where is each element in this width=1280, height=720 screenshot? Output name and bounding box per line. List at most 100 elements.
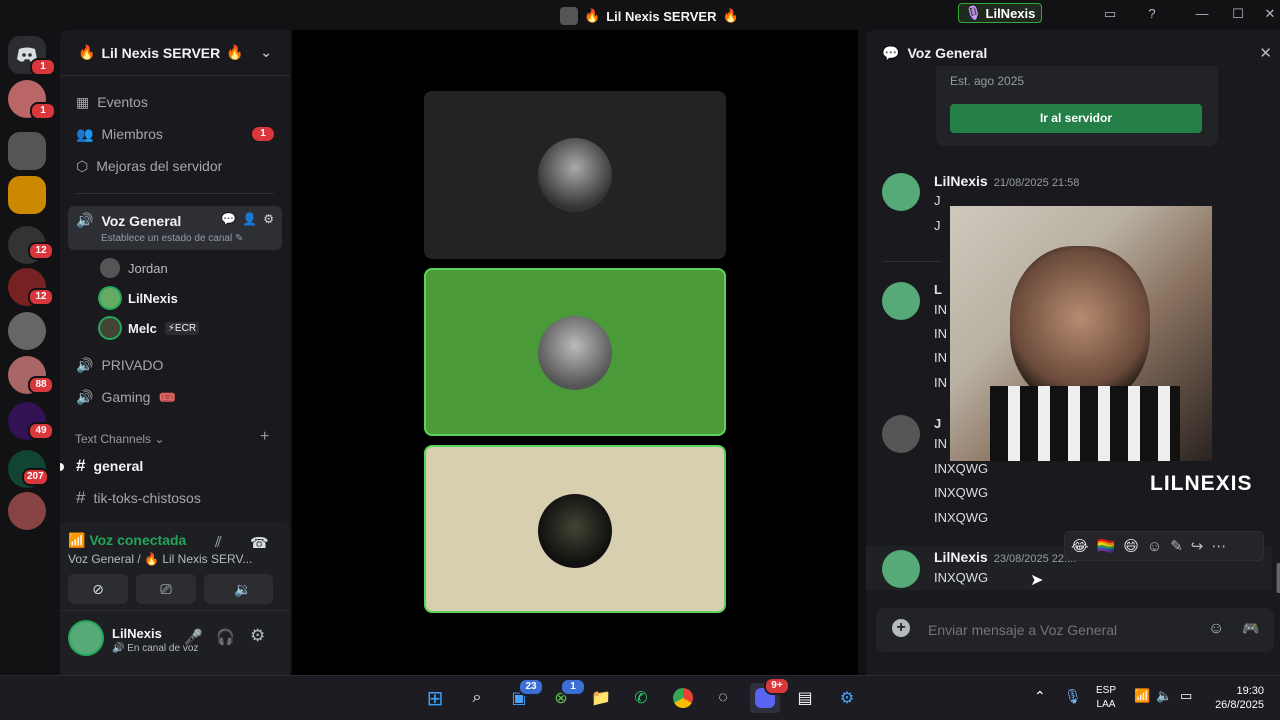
- avatar[interactable]: [882, 415, 920, 453]
- voice-channel-privado[interactable]: 🔊 PRIVADO: [68, 351, 282, 379]
- user-settings-icon[interactable]: ⚙: [250, 626, 265, 646]
- avatar[interactable]: [882, 173, 920, 211]
- voice-location[interactable]: Voz General / 🔥 Lil Nexis SERV...: [68, 552, 252, 566]
- edit-icon[interactable]: ✎: [1170, 537, 1183, 555]
- clock[interactable]: 19:30 26/8/2025: [1206, 684, 1264, 712]
- reaction-smile-button[interactable]: 😄: [1123, 537, 1139, 555]
- soundboard-button[interactable]: 🔉: [213, 574, 273, 604]
- battery-icon[interactable]: ▭: [1180, 688, 1192, 704]
- activities-icon[interactable]: 🎮: [1242, 620, 1259, 637]
- voice-user[interactable]: LilNexis: [100, 285, 178, 311]
- server-icon[interactable]: 49: [8, 402, 54, 440]
- stream-indicator-label: LilNexis: [985, 5, 1036, 21]
- server-rail: 1 1 12 12 88 49 207: [0, 30, 56, 675]
- voice-channel-active[interactable]: 🔊 Voz General 💬 👤 ⚙ Establece un estado …: [68, 206, 282, 250]
- chevron-down-icon[interactable]: ⌄: [260, 44, 272, 61]
- user-avatar[interactable]: [68, 620, 104, 656]
- whatsapp-icon[interactable]: ✆: [626, 683, 656, 713]
- disconnect-icon[interactable]: ☎: [250, 534, 269, 552]
- mic-tray-icon[interactable]: 🎙: [1064, 688, 1082, 705]
- server-icon[interactable]: [8, 312, 46, 350]
- message-text: J: [934, 193, 941, 208]
- discord-taskbar-icon[interactable]: 9+: [750, 677, 790, 713]
- mic-icon[interactable]: 🎤: [184, 628, 203, 646]
- participant-tile-speaking[interactable]: [424, 268, 726, 436]
- webcam-person: [1010, 246, 1150, 406]
- nav-events[interactable]: ▦ Eventos: [68, 88, 282, 116]
- app-icon[interactable]: ◌: [708, 683, 738, 713]
- message-input[interactable]: [928, 618, 1188, 642]
- chat-icon[interactable]: 💬: [221, 212, 236, 226]
- add-attachment-icon[interactable]: +: [892, 619, 910, 637]
- minimize-button[interactable]: —: [1192, 6, 1212, 24]
- server-icon[interactable]: 12: [8, 268, 54, 306]
- voice-channel-name: Voz General: [101, 212, 182, 229]
- server-icon[interactable]: 12: [8, 226, 54, 264]
- close-button[interactable]: ✕: [1260, 6, 1280, 24]
- invite-icon[interactable]: 👤: [242, 212, 257, 226]
- volume-icon[interactable]: 🔈: [1156, 688, 1172, 704]
- reaction-laugh-button[interactable]: 😂: [1071, 537, 1089, 555]
- server-icon[interactable]: [8, 132, 46, 170]
- voice-channel-gaming[interactable]: 🔊 Gaming 🎟️: [68, 383, 282, 411]
- go-to-server-button[interactable]: Ir al servidor: [950, 104, 1202, 133]
- xbox-icon[interactable]: ⊗ 1: [546, 678, 586, 713]
- camera-off-button[interactable]: ⊘: [68, 574, 128, 604]
- task-view-icon[interactable]: ▣ 23: [504, 678, 544, 713]
- participant-tile[interactable]: [424, 91, 726, 259]
- voice-connected-status[interactable]: 📶 Voz conectada: [68, 532, 186, 549]
- message-author[interactable]: LilNexis: [934, 173, 988, 189]
- server-header[interactable]: 🔥 Lil Nexis SERVER 🔥 ⌄: [60, 30, 290, 76]
- divider: [882, 261, 942, 262]
- search-icon[interactable]: ⌕: [462, 683, 492, 713]
- server-icon[interactable]: 207: [8, 450, 49, 488]
- chrome-icon[interactable]: [668, 683, 698, 713]
- text-channels-header[interactable]: Text Channels ⌄: [75, 432, 164, 446]
- participant-avatar: [538, 316, 612, 390]
- user-name[interactable]: LilNexis: [112, 626, 162, 641]
- nav-boosts[interactable]: ⬡ Mejoras del servidor: [68, 152, 282, 180]
- add-reaction-icon[interactable]: ☺: [1147, 538, 1162, 555]
- channel-status-placeholder[interactable]: Establece un estado de canal ✎: [101, 233, 243, 244]
- message-author[interactable]: LilNexis: [934, 549, 988, 565]
- close-icon[interactable]: ✕: [1259, 44, 1272, 62]
- noise-suppression-icon[interactable]: ⫽: [215, 534, 222, 551]
- more-icon[interactable]: ⋯: [1211, 537, 1226, 555]
- reaction-flag-button[interactable]: 🏳️‍🌈: [1097, 537, 1116, 555]
- server-icon[interactable]: 88: [8, 356, 54, 394]
- nav-boosts-label: Mejoras del servidor: [96, 158, 223, 174]
- avatar[interactable]: [882, 282, 920, 320]
- language-indicator[interactable]: ESP LAA: [1096, 684, 1116, 712]
- headphones-icon[interactable]: 🎧: [216, 628, 235, 646]
- nav-members[interactable]: 👥 Miembros 1: [68, 120, 282, 148]
- voice-user[interactable]: Jordan: [100, 255, 168, 281]
- voice-user[interactable]: Melc ⚡ECR: [100, 315, 200, 341]
- app-icon[interactable]: ▤: [790, 683, 820, 713]
- server-icon[interactable]: [8, 492, 46, 530]
- screen-share-button[interactable]: ⎚: [136, 574, 196, 604]
- message-author[interactable]: J: [934, 416, 941, 431]
- message-author[interactable]: L: [934, 282, 942, 297]
- emoji-picker-icon[interactable]: ☺: [1208, 620, 1224, 638]
- help-icon[interactable]: ?: [1142, 6, 1162, 24]
- file-explorer-icon[interactable]: 📁: [586, 683, 616, 713]
- windows-start-icon[interactable]: ⊞: [420, 683, 450, 713]
- participant-avatar: [538, 494, 612, 568]
- voice-user-name: LilNexis: [128, 290, 178, 306]
- wifi-icon[interactable]: 📶: [1134, 688, 1150, 704]
- discord-home-icon[interactable]: 1: [8, 36, 56, 76]
- settings-icon[interactable]: ⚙: [832, 683, 862, 713]
- text-channel-tiktoks[interactable]: # tik-toks-chistosos: [68, 484, 282, 512]
- inbox-icon[interactable]: ▭: [1100, 6, 1120, 24]
- text-channel-general[interactable]: # general: [68, 452, 282, 480]
- maximize-button[interactable]: ☐: [1228, 6, 1248, 24]
- participant-tile-speaking[interactable]: [424, 445, 726, 613]
- avatar[interactable]: [882, 550, 920, 588]
- dm-avatar[interactable]: 1: [8, 80, 56, 120]
- server-icon[interactable]: [8, 176, 46, 214]
- add-channel-icon[interactable]: +: [260, 428, 269, 446]
- chevron-up-icon[interactable]: ⌃: [1034, 688, 1046, 705]
- mic-icon: 🎙: [965, 5, 982, 20]
- forward-icon[interactable]: ↪: [1191, 537, 1204, 555]
- gear-icon[interactable]: ⚙: [263, 212, 274, 226]
